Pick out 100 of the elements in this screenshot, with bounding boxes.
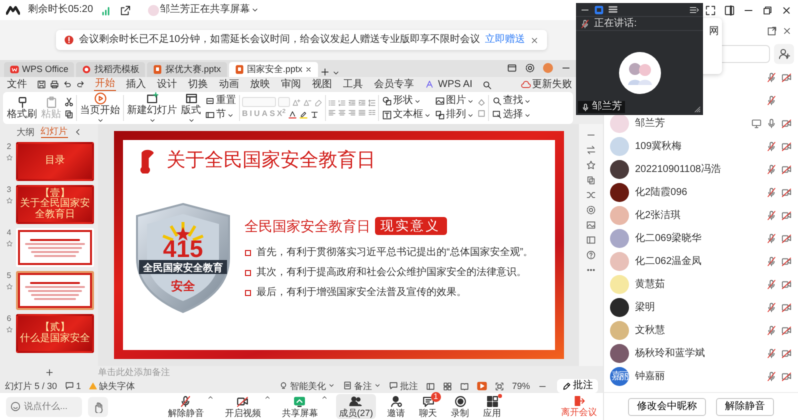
toolbar-button[interactable]: 邀请 (384, 394, 408, 420)
close-icon[interactable] (781, 4, 792, 16)
window-icon[interactable] (507, 63, 517, 73)
camera-off-icon[interactable] (781, 348, 792, 359)
new-tab-icon[interactable] (320, 67, 330, 77)
slide-thumbnail[interactable]: 目录 (16, 142, 94, 181)
mic-off-icon[interactable] (766, 279, 777, 290)
copy-icon[interactable] (64, 109, 74, 119)
sidebar-icon[interactable] (586, 160, 596, 170)
close-icon[interactable] (305, 66, 312, 73)
menu-tab[interactable]: 视图 (311, 78, 333, 90)
camera-off-icon[interactable] (781, 210, 792, 221)
undo-icon[interactable] (63, 80, 72, 89)
slide-thumbnail[interactable] (16, 271, 94, 310)
settings-icon[interactable] (525, 63, 535, 73)
mic-off-icon[interactable] (766, 141, 777, 152)
leave-meeting-button[interactable]: 离开会议 (560, 395, 597, 418)
find-button[interactable]: 查找 (491, 95, 532, 107)
comments-count-button[interactable]: 1 (65, 380, 82, 392)
sidebar-icon[interactable] (586, 235, 596, 245)
menu-tab[interactable]: 开始 (94, 78, 116, 91)
notes-button[interactable]: 备注 (342, 380, 381, 392)
paragraph-icon[interactable] (358, 99, 366, 107)
mic-off-icon[interactable] (766, 302, 777, 313)
star-icon[interactable] (6, 240, 12, 247)
sidebar-icon[interactable] (586, 145, 596, 155)
caret-icon[interactable] (320, 394, 328, 401)
chat-input[interactable]: 说点什么... (24, 401, 78, 412)
comment-button[interactable]: 批注 (557, 379, 598, 393)
pop-out-icon[interactable] (767, 26, 777, 36)
star-icon[interactable] (6, 196, 12, 204)
section-button[interactable]: 节 (204, 109, 237, 121)
outline-icon[interactable] (477, 109, 486, 118)
layout-button[interactable]: 版式 (180, 92, 202, 124)
mic-off-icon[interactable] (766, 72, 777, 83)
camera-off-icon[interactable] (781, 187, 792, 198)
close-icon[interactable] (530, 36, 540, 44)
reset-button[interactable]: 重置 (204, 95, 237, 107)
caret-icon[interactable] (264, 394, 271, 401)
menu-tab[interactable]: 切换 (187, 78, 209, 90)
shape-button[interactable]: 形状 (381, 95, 432, 107)
menu-tab[interactable]: WPS AI (424, 78, 474, 90)
caret-icon[interactable] (206, 394, 214, 401)
play-icon[interactable] (476, 381, 487, 391)
highlight-icon[interactable] (298, 110, 308, 118)
collapse-icon[interactable] (74, 128, 82, 136)
camera-off-icon[interactable] (781, 371, 792, 382)
slide-thumbnail[interactable]: 【贰】 什么是国家安全 (16, 314, 94, 353)
mic-off-icon[interactable] (766, 233, 777, 244)
new-slide-button[interactable]: 新建幻灯片 (126, 92, 178, 124)
toolbar-button[interactable]: 共享屏幕 (278, 394, 321, 420)
add-slide-icon[interactable] (44, 368, 54, 377)
mic-off-icon[interactable] (766, 256, 777, 267)
menu-tab[interactable]: 动画 (218, 78, 240, 90)
raise-hand-button[interactable] (88, 396, 108, 416)
gift-link[interactable]: 立即赠送 (485, 34, 526, 46)
panel-tab[interactable]: 大纲 (16, 126, 34, 138)
star-icon[interactable] (6, 154, 12, 161)
mic-off-icon[interactable] (766, 210, 777, 221)
grid-view-icon[interactable] (442, 382, 452, 390)
slide-thumbnail[interactable] (16, 228, 94, 267)
search-icon[interactable] (482, 80, 492, 90)
start-slideshow-button[interactable]: 当页开始 (79, 92, 121, 124)
camera-off-icon[interactable] (781, 325, 792, 336)
camera-off-icon[interactable] (781, 279, 792, 290)
text-effect-icon[interactable] (310, 110, 319, 118)
sidebar-icon[interactable] (586, 175, 596, 185)
mic-off-icon[interactable] (766, 187, 777, 198)
document-tab[interactable]: 探优大赛.pptx (147, 62, 227, 77)
member-action-button[interactable]: 修改会中昵称 (628, 398, 706, 416)
cut-icon[interactable] (64, 97, 74, 107)
sidebar-icon[interactable] (586, 190, 596, 200)
paragraph-icon[interactable] (348, 99, 356, 107)
camera-off-icon[interactable] (781, 233, 792, 244)
missing-font-button[interactable]: 缺失字体 (89, 380, 136, 392)
share-icon[interactable] (120, 4, 132, 16)
camera-off-icon[interactable] (781, 72, 792, 83)
star-icon[interactable] (6, 282, 12, 290)
menu-tab[interactable]: 文件 (6, 78, 28, 90)
settings-icon[interactable] (586, 205, 596, 215)
font-color-icon[interactable] (288, 110, 297, 118)
sharing-status-button[interactable]: 邹兰芳正在共享屏幕 (147, 4, 260, 16)
camera-off-icon[interactable] (781, 256, 792, 267)
gallery-view-icon[interactable] (608, 4, 618, 14)
save-icon[interactable] (37, 80, 46, 89)
comments-button[interactable]: 批注 (388, 380, 418, 392)
toolbar-button[interactable]: 录制 (448, 394, 472, 420)
mic-off-icon[interactable] (766, 348, 777, 359)
document-tab[interactable]: WPS Office (4, 62, 74, 77)
sidebar-icon[interactable] (586, 220, 596, 230)
mic-off-icon[interactable] (766, 95, 777, 106)
mic-icon[interactable] (766, 118, 777, 129)
beautify-button[interactable]: 智能美化 (278, 380, 335, 392)
help-icon[interactable] (586, 250, 596, 260)
speaker-view-icon[interactable] (594, 4, 604, 14)
mic-off-icon[interactable] (766, 325, 777, 336)
slide-thumbnail[interactable]: 【壹】 关于全民国家安全教育日 (16, 185, 94, 224)
menu-tab[interactable]: 会员专享 (373, 78, 415, 90)
format-painter-button[interactable]: 格式刷 (6, 96, 38, 120)
menu-tab[interactable]: 工具 (342, 78, 364, 90)
